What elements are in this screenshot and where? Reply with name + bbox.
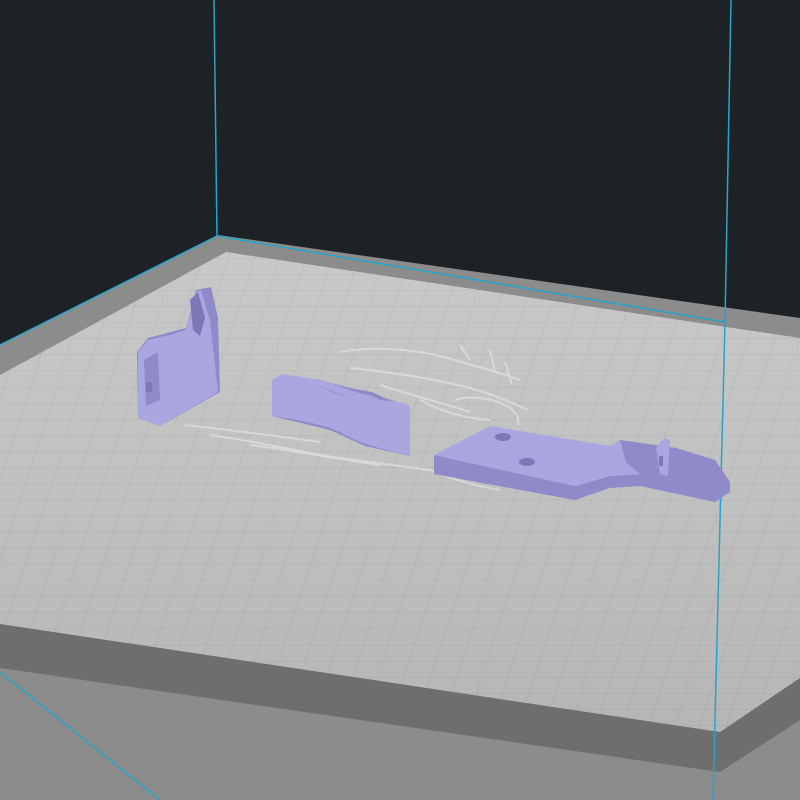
build-plate-viewport[interactable] (0, 0, 800, 800)
3d-scene[interactable] (0, 0, 800, 800)
model-mounting-plate-tab-hole (659, 456, 663, 466)
model-bracket-upright-notch (144, 352, 160, 406)
model-mounting-plate-hole-1 (495, 433, 511, 441)
model-bracket-upright-detail (146, 382, 152, 392)
model-mounting-plate-hole-2 (519, 458, 535, 466)
